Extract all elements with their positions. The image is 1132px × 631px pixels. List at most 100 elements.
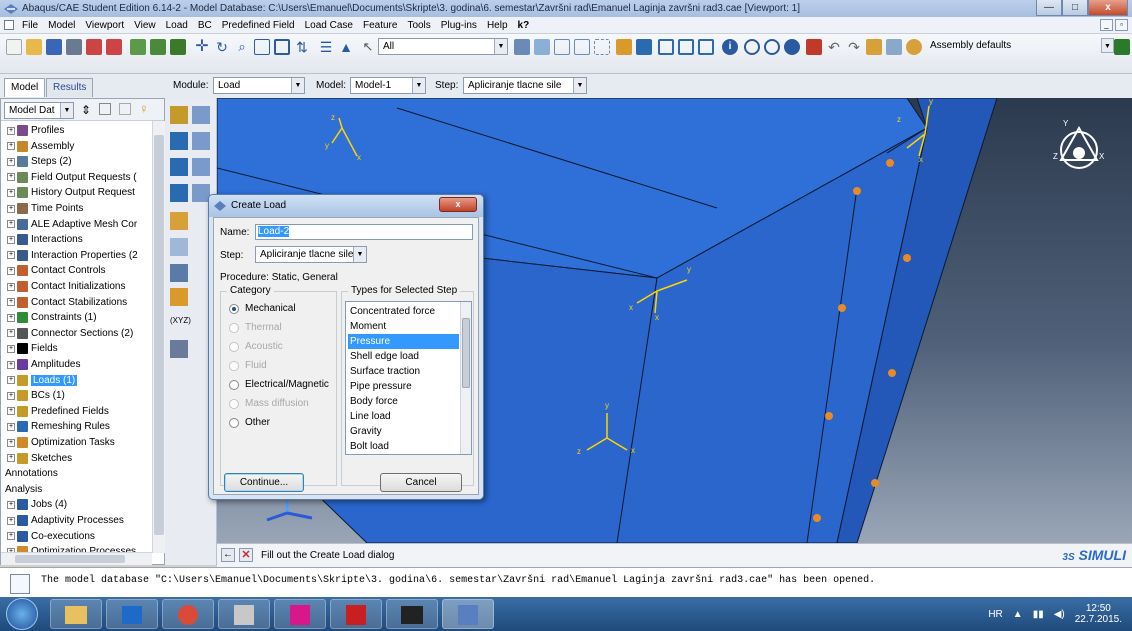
display-group-icon[interactable] (886, 39, 902, 55)
tree-item[interactable]: Analysis (5, 482, 42, 497)
menu-tools[interactable]: Tools (407, 20, 430, 31)
tree-item[interactable]: + Loads (1) (7, 373, 78, 388)
continue-button[interactable]: Continue... (224, 473, 304, 492)
type-list-item[interactable]: Body force (348, 394, 459, 409)
rotate-icon[interactable]: ↻ (214, 39, 230, 55)
menu-bc[interactable]: BC (198, 20, 212, 31)
expand-icon[interactable]: + (7, 126, 15, 135)
tree-item[interactable]: + Sketches (7, 451, 72, 466)
render-hidden-icon[interactable] (764, 39, 780, 55)
view-cut-icon[interactable] (1114, 39, 1130, 55)
minimize-button[interactable]: — (1036, 0, 1062, 16)
language-indicator[interactable]: HR (988, 609, 1002, 620)
selection-filter-select[interactable]: All ▼ (378, 38, 508, 55)
render-shaded-icon[interactable] (784, 39, 800, 55)
create-predefined-field-icon[interactable] (170, 158, 188, 176)
tree-item[interactable]: + Steps (2) (7, 154, 72, 169)
menu-load-case[interactable]: Load Case (305, 20, 353, 31)
create-load-case-icon[interactable] (170, 184, 188, 202)
render-wireframe-icon[interactable] (744, 39, 760, 55)
expand-icon[interactable]: + (7, 438, 15, 447)
menu-help[interactable]: Help (487, 20, 508, 31)
pan-icon[interactable]: ✛ (194, 39, 210, 55)
model-select[interactable]: Model-1 ▼ (350, 77, 426, 94)
expand-icon[interactable]: + (7, 376, 15, 385)
type-list-item[interactable]: Bolt load (348, 439, 459, 454)
type-list-item[interactable]: Pipe pressure (348, 379, 459, 394)
lightbulb-icon[interactable]: ♀ (139, 101, 149, 116)
module-select[interactable]: Load ▼ (213, 77, 305, 94)
expand-icon[interactable]: + (7, 407, 15, 416)
maximize-button[interactable]: □ (1062, 0, 1088, 16)
side-view-icon[interactable] (698, 39, 714, 55)
model-database-select[interactable]: Model Dat ▼ (4, 102, 74, 119)
expand-icon[interactable]: + (7, 532, 15, 541)
datum-icon[interactable] (170, 264, 188, 282)
new-model-icon[interactable] (6, 39, 22, 55)
expand-icon[interactable]: + (7, 157, 15, 166)
iso-view-icon[interactable] (658, 39, 674, 55)
mdi-restore-button[interactable]: ▫ (1115, 19, 1128, 31)
taskbar-outlook[interactable] (106, 599, 158, 629)
type-list-item[interactable]: Shell edge load (348, 349, 459, 364)
tree-item[interactable]: + Fields (7, 341, 58, 356)
load-manager-icon[interactable] (616, 39, 632, 55)
tree-item[interactable]: + Adaptivity Processes (7, 513, 124, 528)
tree-item[interactable]: + Contact Controls (7, 263, 105, 278)
save-icon[interactable] (46, 39, 62, 55)
menu-model[interactable]: Model (48, 20, 75, 31)
tree-item[interactable]: + ALE Adaptive Mesh Cor (7, 217, 137, 232)
expand-icon[interactable]: + (7, 313, 15, 322)
tree-item[interactable]: + Contact Stabilizations (7, 295, 127, 310)
tree-item[interactable]: + Remeshing Rules (7, 419, 110, 434)
tree-item[interactable]: + Co-executions (7, 529, 95, 544)
expand-icon[interactable]: + (7, 173, 15, 182)
create-bc-icon[interactable] (170, 132, 188, 150)
tree-vertical-scrollbar[interactable] (152, 121, 165, 553)
types-list-scrollbar[interactable] (460, 302, 471, 454)
clock[interactable]: 12:50 22.7.2015. (1075, 603, 1122, 625)
fit-view-icon[interactable] (274, 39, 290, 55)
tree-item[interactable]: + Interactions (7, 232, 83, 247)
copy-icon[interactable] (119, 103, 131, 115)
dialog-close-button[interactable]: x (439, 197, 477, 212)
taskbar-acrobat[interactable] (330, 599, 382, 629)
menu-predefined-field[interactable]: Predefined Field (222, 20, 295, 31)
taskbar-app[interactable] (218, 599, 270, 629)
redo-view-icon[interactable]: ↷ (846, 39, 862, 55)
expand-icon[interactable]: + (7, 282, 15, 291)
expand-icon[interactable]: + (7, 500, 15, 509)
cancel-button[interactable]: Cancel (380, 473, 462, 492)
type-list-item[interactable]: Moment (348, 319, 459, 334)
tree-item[interactable]: + Optimization Tasks (7, 435, 115, 450)
color-code-icon[interactable] (866, 39, 882, 55)
tree-item[interactable]: + Profiles (7, 123, 64, 138)
select-box-icon[interactable] (554, 39, 570, 55)
network-icon[interactable]: ▮▮ (1033, 609, 1044, 620)
step-select[interactable]: Apliciranje tlacne sile ▼ (463, 77, 587, 94)
mdi-minimize-button[interactable]: _ (1100, 19, 1113, 31)
create-datum-point-icon[interactable]: (XYZ) (170, 316, 191, 334)
expand-icon[interactable]: + (7, 360, 15, 369)
type-list-item[interactable]: Concentrated force (348, 304, 459, 319)
menu-view[interactable]: View (134, 20, 156, 31)
menu-feature[interactable]: Feature (363, 20, 397, 31)
import-icon[interactable] (86, 39, 102, 55)
name-input[interactable]: Load-2 (255, 224, 473, 240)
filter-icon[interactable] (99, 103, 111, 115)
expand-icon[interactable]: + (7, 142, 15, 151)
bc-manager-icon[interactable] (192, 132, 210, 150)
menu-plugins[interactable]: Plug-ins (441, 20, 477, 31)
undo-view-icon[interactable]: ↶ (826, 39, 842, 55)
type-list-item[interactable]: Pressure (348, 334, 459, 349)
category-radio[interactable]: Mechanical (229, 303, 296, 314)
print-icon[interactable] (66, 39, 82, 55)
menu-viewport[interactable]: Viewport (85, 20, 124, 31)
load-manager-icon[interactable] (192, 106, 210, 124)
tree-item[interactable]: + Predefined Fields (7, 404, 109, 419)
select-circle-icon[interactable] (594, 39, 610, 55)
tree-item[interactable]: + Constraints (1) (7, 310, 97, 325)
selection-options-icon[interactable] (514, 39, 530, 55)
expand-icon[interactable]: + (7, 422, 15, 431)
volume-icon[interactable]: ◀) (1054, 609, 1065, 620)
